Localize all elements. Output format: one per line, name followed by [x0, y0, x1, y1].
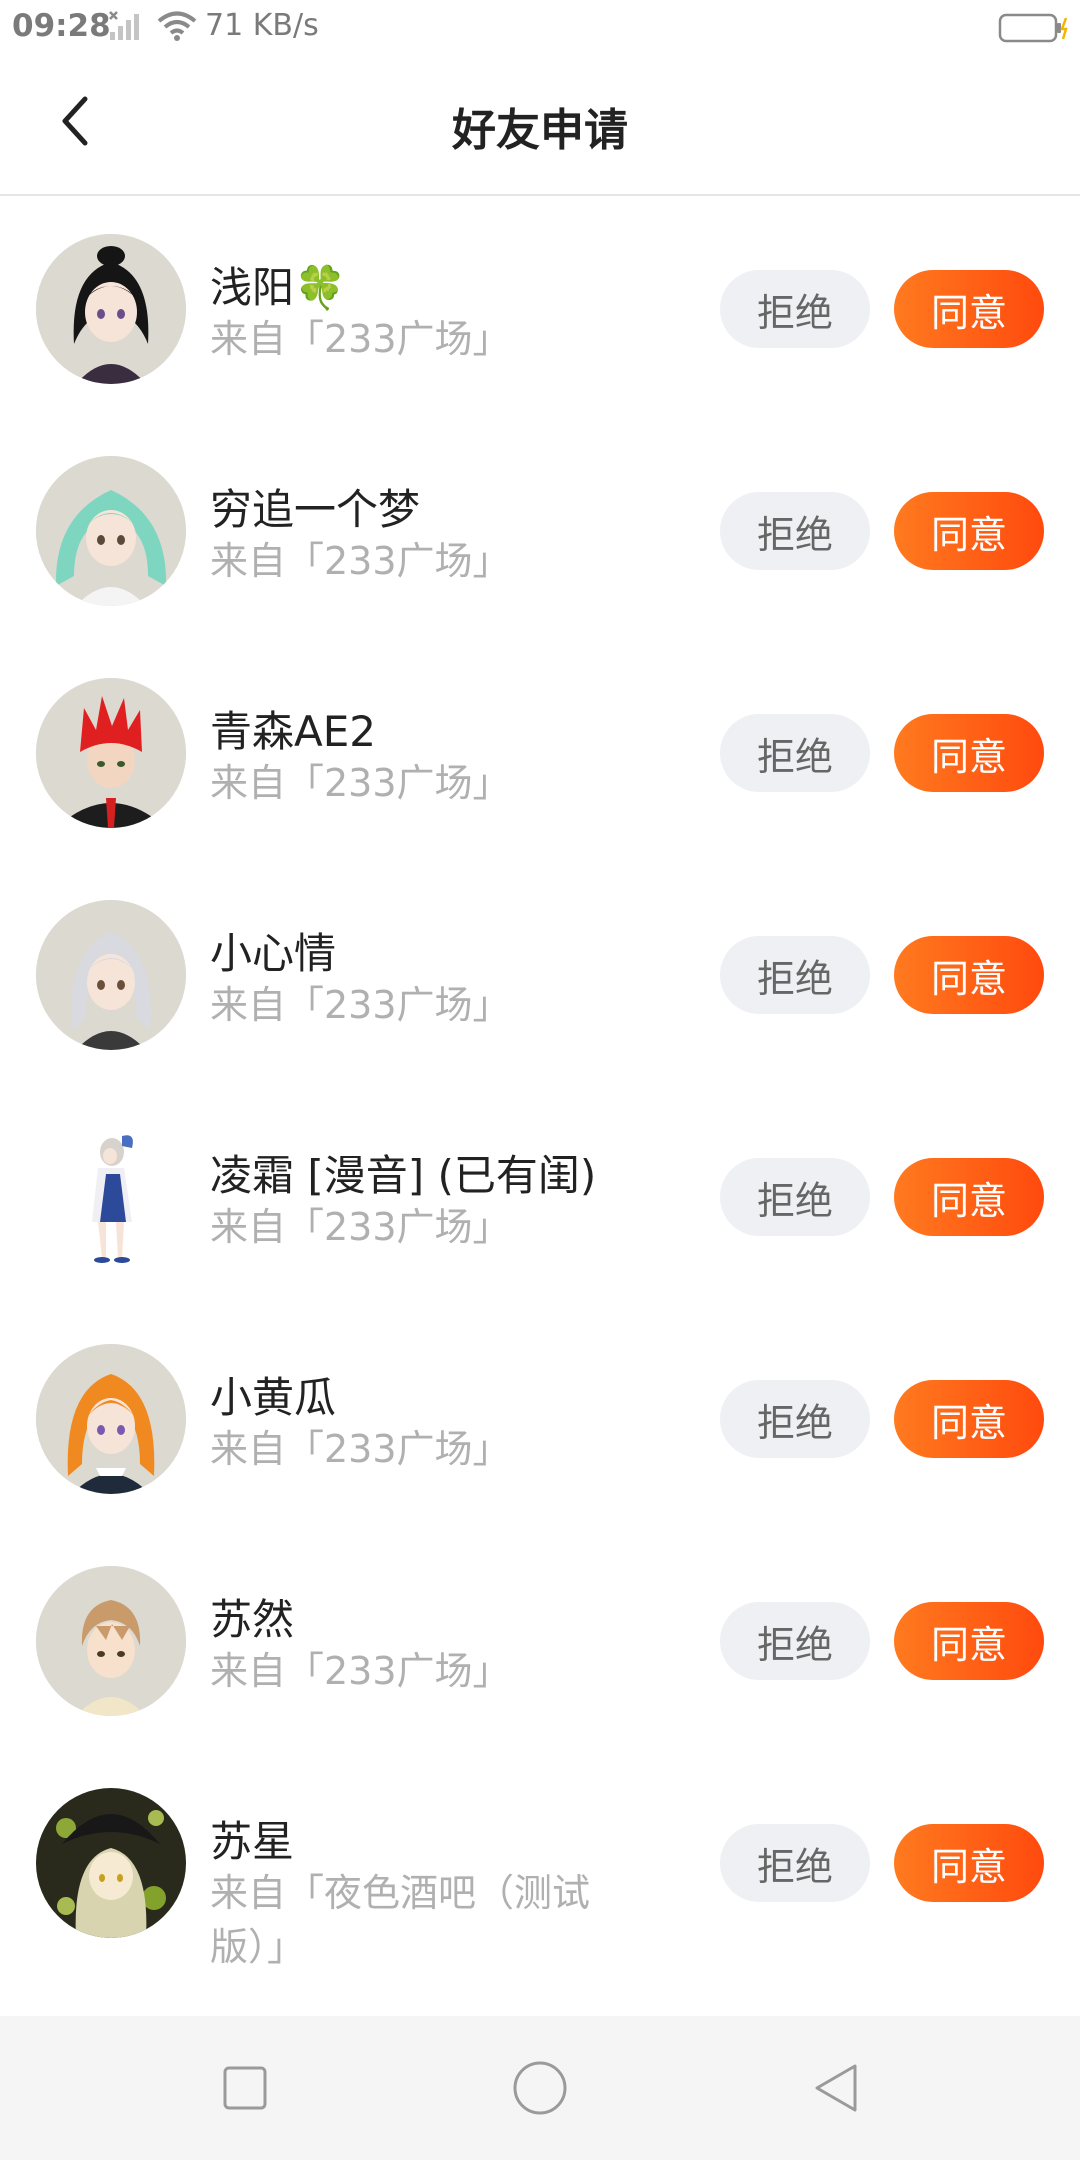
avatar[interactable] — [36, 1566, 186, 1716]
list-item: 苏星 来自「夜色酒吧（测试版）」 拒绝 同意 — [0, 1750, 1080, 1972]
home-button[interactable] — [508, 2056, 572, 2120]
list-item: 浅阳🍀 来自「233广场」 拒绝 同意 — [0, 196, 1080, 418]
request-source: 来自「233广场」 — [210, 761, 511, 805]
avatar[interactable] — [36, 900, 186, 1050]
user-name: 浅阳🍀 — [210, 263, 347, 312]
request-source: 来自「夜色酒吧（测试版）」 — [210, 1871, 591, 1969]
reject-button[interactable]: 拒绝 — [720, 1158, 870, 1236]
reject-button[interactable]: 拒绝 — [720, 714, 870, 792]
request-source: 来自「233广场」 — [210, 983, 511, 1027]
reject-button[interactable]: 拒绝 — [720, 936, 870, 1014]
list-item: 苏然 来自「233广场」 拒绝 同意 — [0, 1528, 1080, 1750]
status-time: 09:28 — [12, 8, 111, 44]
system-nav-bar — [0, 2016, 1080, 2160]
accept-button[interactable]: 同意 — [894, 492, 1044, 570]
accept-button[interactable]: 同意 — [894, 1824, 1044, 1902]
recent-apps-button[interactable] — [213, 2056, 277, 2120]
avatar[interactable] — [36, 1788, 186, 1938]
recent-apps-icon — [223, 2066, 267, 2110]
avatar[interactable] — [36, 1344, 186, 1494]
status-bar: 09:28 71 KB/s — [0, 0, 1080, 56]
user-name: 凌霜 [漫音] (已有闺) — [210, 1151, 597, 1200]
battery-icon — [998, 12, 1070, 52]
reject-button[interactable]: 拒绝 — [720, 1824, 870, 1902]
accept-button[interactable]: 同意 — [894, 270, 1044, 348]
avatar[interactable] — [36, 678, 186, 828]
request-source: 来自「233广场」 — [210, 1427, 511, 1471]
signal-icon — [108, 10, 148, 50]
wifi-icon — [155, 10, 199, 50]
request-source: 来自「233广场」 — [210, 1649, 511, 1693]
request-source: 来自「233广场」 — [210, 1205, 511, 1249]
accept-button[interactable]: 同意 — [894, 1380, 1044, 1458]
network-speed: 71 KB/s — [205, 8, 319, 43]
accept-button[interactable]: 同意 — [894, 1602, 1044, 1680]
header-bar: 好友申请 — [0, 56, 1080, 196]
reject-button[interactable]: 拒绝 — [720, 492, 870, 570]
user-name: 小黄瓜 — [210, 1373, 337, 1422]
nav-back-button[interactable] — [804, 2056, 868, 2120]
list-item: 小心情 来自「233广场」 拒绝 同意 — [0, 862, 1080, 1084]
reject-button[interactable]: 拒绝 — [720, 1602, 870, 1680]
back-triangle-icon — [815, 2064, 857, 2112]
accept-button[interactable]: 同意 — [894, 1158, 1044, 1236]
request-source: 来自「233广场」 — [210, 317, 511, 361]
page-title: 好友申请 — [452, 105, 628, 156]
user-name: 苏然 — [210, 1595, 295, 1644]
user-name: 小心情 — [210, 929, 337, 978]
avatar[interactable] — [36, 234, 186, 384]
list-item: 凌霜 [漫音] (已有闺) 来自「233广场」 拒绝 同意 — [0, 1084, 1080, 1306]
user-name: 苏星 — [210, 1817, 295, 1866]
list-item: 穷追一个梦 来自「233广场」 拒绝 同意 — [0, 418, 1080, 640]
avatar[interactable] — [36, 1122, 186, 1272]
accept-button[interactable]: 同意 — [894, 714, 1044, 792]
friend-request-list: 浅阳🍀 来自「233广场」 拒绝 同意 穷追一个梦 来自「233广场」 拒绝 同… — [0, 196, 1080, 1972]
accept-button[interactable]: 同意 — [894, 936, 1044, 1014]
avatar[interactable] — [36, 456, 186, 606]
reject-button[interactable]: 拒绝 — [720, 270, 870, 348]
reject-button[interactable]: 拒绝 — [720, 1380, 870, 1458]
user-name: 青森AE2 — [210, 707, 376, 756]
user-name: 穷追一个梦 — [210, 485, 421, 534]
home-icon — [513, 2061, 567, 2115]
request-source: 来自「233广场」 — [210, 539, 511, 583]
list-item: 青森AE2 来自「233广场」 拒绝 同意 — [0, 640, 1080, 862]
list-item: 小黄瓜 来自「233广场」 拒绝 同意 — [0, 1306, 1080, 1528]
